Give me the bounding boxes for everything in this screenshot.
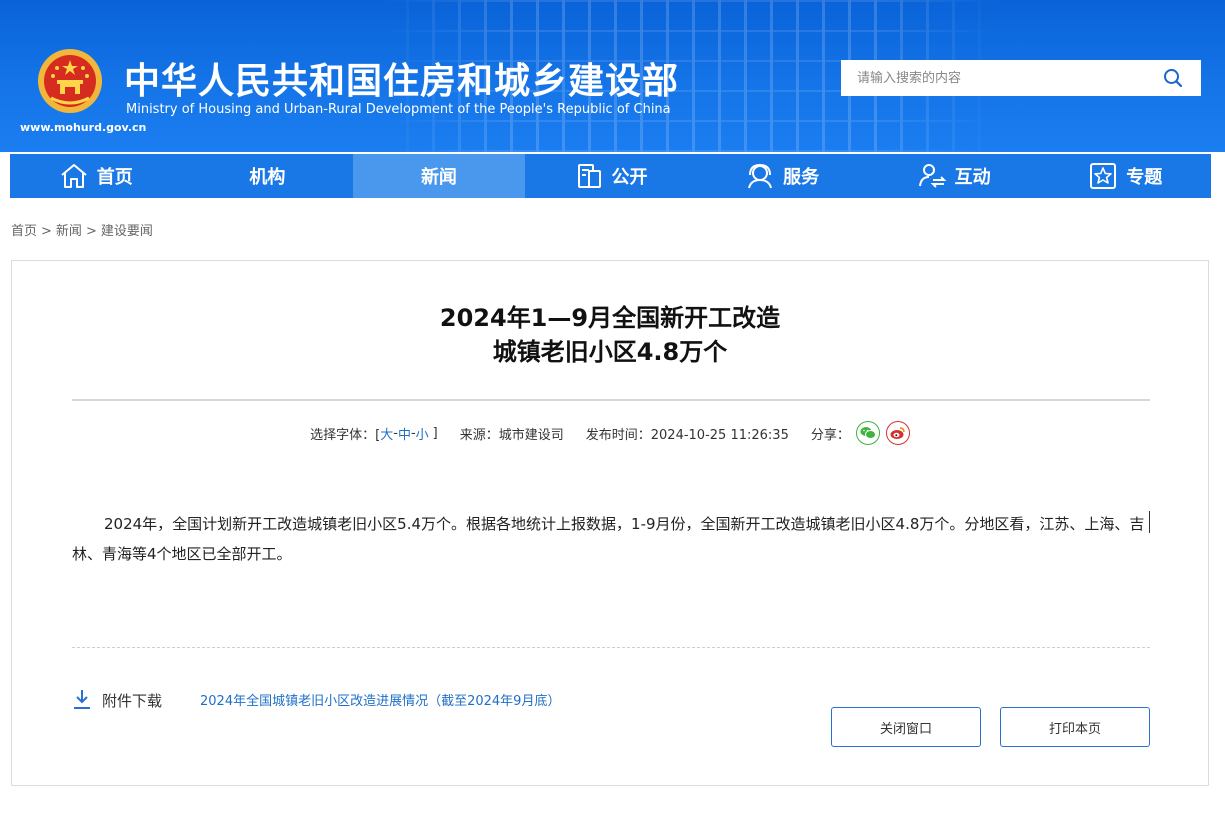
font-size-large[interactable]: 大 <box>380 424 393 443</box>
title-divider <box>72 399 1150 401</box>
article-title: 2024年1—9月全国新开工改造 城镇老旧小区4.8万个 <box>12 301 1208 369</box>
nav-item-home[interactable]: 首页 <box>10 154 182 198</box>
article-title-line2: 城镇老旧小区4.8万个 <box>492 338 728 366</box>
document-icon <box>577 164 601 188</box>
attachment-label: 附件下载 <box>102 692 163 710</box>
site-header: www.mohurd.gov.cn 中华人民共和国住房和城乡建设部 Minist… <box>0 0 1225 152</box>
article-publish-time: 发布时间：2024-10-25 11:26:35 <box>585 427 789 443</box>
breadcrumb-separator: > <box>85 224 97 239</box>
breadcrumb-separator: > <box>41 224 52 239</box>
search-input[interactable] <box>841 60 1157 96</box>
font-size-close: ] <box>432 425 438 441</box>
breadcrumb-home[interactable]: 首页 <box>11 224 37 239</box>
site-title-en: Ministry of Housing and Urban-Rural Deve… <box>126 102 671 117</box>
close-window-button[interactable]: 关闭窗口 <box>831 707 981 747</box>
font-size-label: 选择字体：[ <box>310 427 381 443</box>
main-nav: 首页 机构 新闻 公开 服务 互动 专题 <box>10 154 1211 198</box>
home-icon <box>61 164 87 188</box>
nav-item-interact[interactable]: 互动 <box>868 154 1040 198</box>
search-box <box>841 60 1201 96</box>
breadcrumb-news[interactable]: 新闻 <box>56 224 82 239</box>
star-icon <box>1090 163 1117 189</box>
nav-item-label: 互动 <box>954 167 991 188</box>
nav-item-label: 专题 <box>1126 167 1163 188</box>
article-source: 来源：城市建设司 <box>459 427 564 443</box>
nav-item-organization[interactable]: 机构 <box>182 154 354 198</box>
breadcrumb-current[interactable]: 建设要闻 <box>101 224 153 239</box>
wechat-icon[interactable] <box>855 421 880 445</box>
site-title-cn: 中华人民共和国住房和城乡建设部 <box>124 61 680 102</box>
nav-item-label: 公开 <box>611 167 648 188</box>
site-domain: www.mohurd.gov.cn <box>20 121 147 134</box>
nav-item-label: 首页 <box>96 167 133 188</box>
breadcrumb: 首页 > 新闻 > 建设要闻 <box>11 220 157 239</box>
article-body: 2024年，全国计划新开工改造城镇老旧小区5.4万个。根据各地统计上报数据，1-… <box>72 515 1145 563</box>
article-title-line1: 2024年1—9月全国新开工改造 <box>439 304 781 332</box>
attachment-link[interactable]: 2024年全国城镇老旧小区改造进展情况（截至2024年9月底） <box>200 690 560 709</box>
share-label: 分享： <box>810 427 850 443</box>
article-card: 2024年1—9月全国新开工改造 城镇老旧小区4.8万个 选择字体：[ 大 - … <box>11 260 1209 786</box>
nav-item-label: 机构 <box>249 167 286 188</box>
nav-item-service[interactable]: 服务 <box>696 154 868 198</box>
nav-item-label: 服务 <box>783 167 820 188</box>
interact-icon <box>918 164 947 188</box>
search-icon[interactable] <box>1163 68 1183 88</box>
article-meta: 选择字体：[ 大 - 中 - 小 ] 来源：城市建设司 发布时间：2024-10… <box>12 421 1208 445</box>
weibo-icon[interactable] <box>885 421 910 445</box>
nav-item-news[interactable]: 新闻 <box>353 154 525 198</box>
nav-item-topic[interactable]: 专题 <box>1039 154 1211 198</box>
font-size-medium[interactable]: 中 <box>398 424 411 443</box>
text-cursor <box>1149 511 1150 533</box>
service-icon <box>748 163 773 189</box>
content-divider <box>72 647 1150 648</box>
download-icon <box>74 690 90 709</box>
font-size-small[interactable]: 小 <box>416 424 429 443</box>
nav-item-label: 新闻 <box>420 167 457 188</box>
nav-item-public[interactable]: 公开 <box>525 154 697 198</box>
print-page-button[interactable]: 打印本页 <box>1000 707 1150 747</box>
national-emblem-icon <box>38 49 102 113</box>
